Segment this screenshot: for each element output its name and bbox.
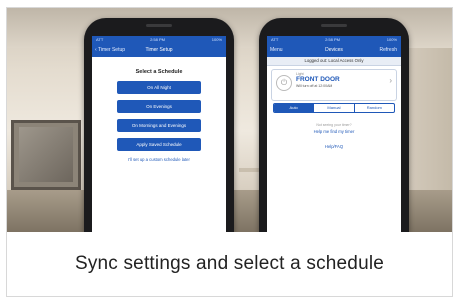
custom-schedule-link[interactable]: I'll set up a custom schedule later [92, 157, 226, 162]
room-background: ATT 2:58 PM 100% ‹ Timer Setup Timer Set… [7, 8, 452, 232]
missing-timer-text: Not seeing your timer? [316, 123, 352, 127]
device-card[interactable]: ⏻ Light FRONT DOOR Will turn off at 12:0… [271, 69, 397, 101]
caption-text: Sync settings and select a schedule [7, 232, 452, 296]
mode-auto-tab[interactable]: Auto [274, 104, 314, 112]
status-bar: ATT 2:58 PM 100% [92, 36, 226, 43]
schedule-on-all-night-button[interactable]: On All Night [117, 81, 201, 94]
carrier-text: ATT [271, 37, 279, 42]
phone-right-screen: ATT 2:58 PM 100% Menu Devices Refresh Lo… [267, 36, 401, 232]
phone-speaker [321, 24, 347, 27]
clock-text: 2:58 PM [150, 37, 165, 42]
refresh-button[interactable]: Refresh [379, 43, 397, 57]
battery-text: 100% [211, 37, 222, 42]
phone-right: ATT 2:58 PM 100% Menu Devices Refresh Lo… [259, 18, 409, 232]
apply-saved-schedule-button[interactable]: Apply Saved Schedule [117, 138, 201, 151]
schedule-mornings-evenings-button[interactable]: On Mornings and Evenings [117, 119, 201, 132]
battery-text: 100% [386, 37, 397, 42]
mode-random-tab[interactable]: Random [353, 104, 394, 112]
nav-title: Timer Setup [145, 47, 173, 53]
phone-speaker [146, 24, 172, 27]
find-timer-link[interactable]: Help me find my timer [267, 129, 401, 134]
carrier-text: ATT [96, 37, 104, 42]
phone-left: ATT 2:58 PM 100% ‹ Timer Setup Timer Set… [84, 18, 234, 232]
clock-text: 2:58 PM [325, 37, 340, 42]
device-state: Will turn off at 12:00AM [296, 84, 333, 88]
chevron-right-icon[interactable]: › [389, 76, 392, 85]
schedule-heading: Select a Schedule [135, 69, 183, 75]
device-name: FRONT DOOR [296, 76, 340, 83]
status-bar: ATT 2:58 PM 100% [267, 36, 401, 43]
mode-segmented-control: Auto Manual Random [273, 103, 395, 113]
nav-bar: ‹ Timer Setup Timer Setup [92, 43, 226, 57]
schedule-on-evenings-button[interactable]: On Evenings [117, 100, 201, 113]
phone-left-screen: ATT 2:58 PM 100% ‹ Timer Setup Timer Set… [92, 36, 226, 232]
nav-bar: Menu Devices Refresh [267, 43, 401, 57]
power-icon[interactable]: ⏻ [276, 75, 292, 91]
window-glass [19, 127, 73, 182]
faq-link[interactable]: Help/FAQ [267, 144, 401, 149]
mode-manual-tab[interactable]: Manual [313, 104, 353, 112]
promo-frame: ATT 2:58 PM 100% ‹ Timer Setup Timer Set… [6, 7, 453, 297]
login-status-bar: Logged out: Local Access Only [267, 57, 401, 66]
